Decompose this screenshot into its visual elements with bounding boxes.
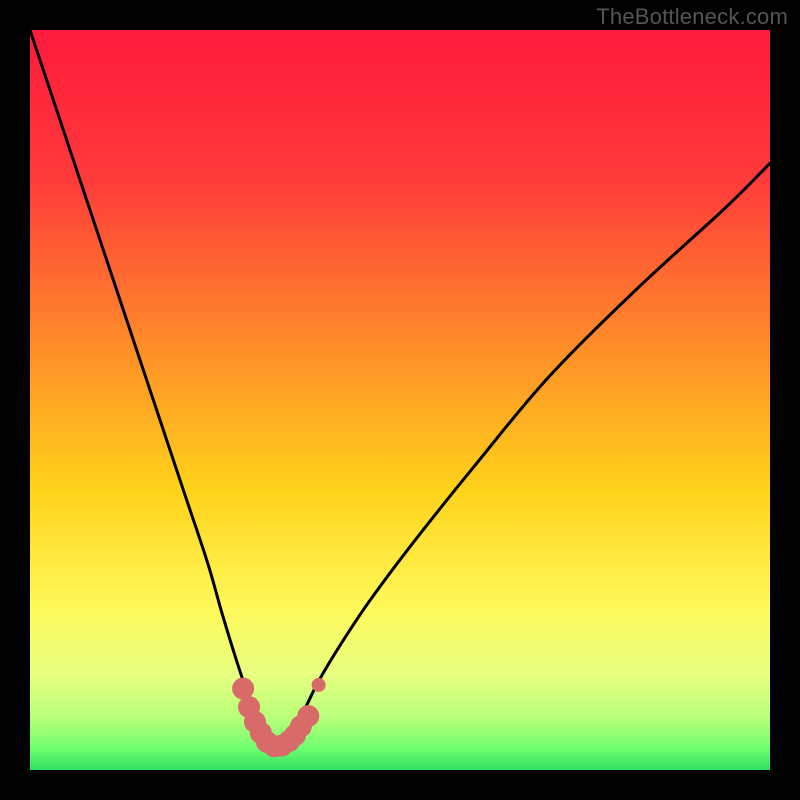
chart-frame: TheBottleneck.com: [0, 0, 800, 800]
gradient-background: [30, 30, 770, 770]
chart-svg: [30, 30, 770, 770]
watermark-text: TheBottleneck.com: [596, 4, 788, 30]
marker-dot: [312, 678, 326, 692]
marker-dot: [297, 705, 319, 727]
bottleneck-chart: [30, 30, 770, 770]
